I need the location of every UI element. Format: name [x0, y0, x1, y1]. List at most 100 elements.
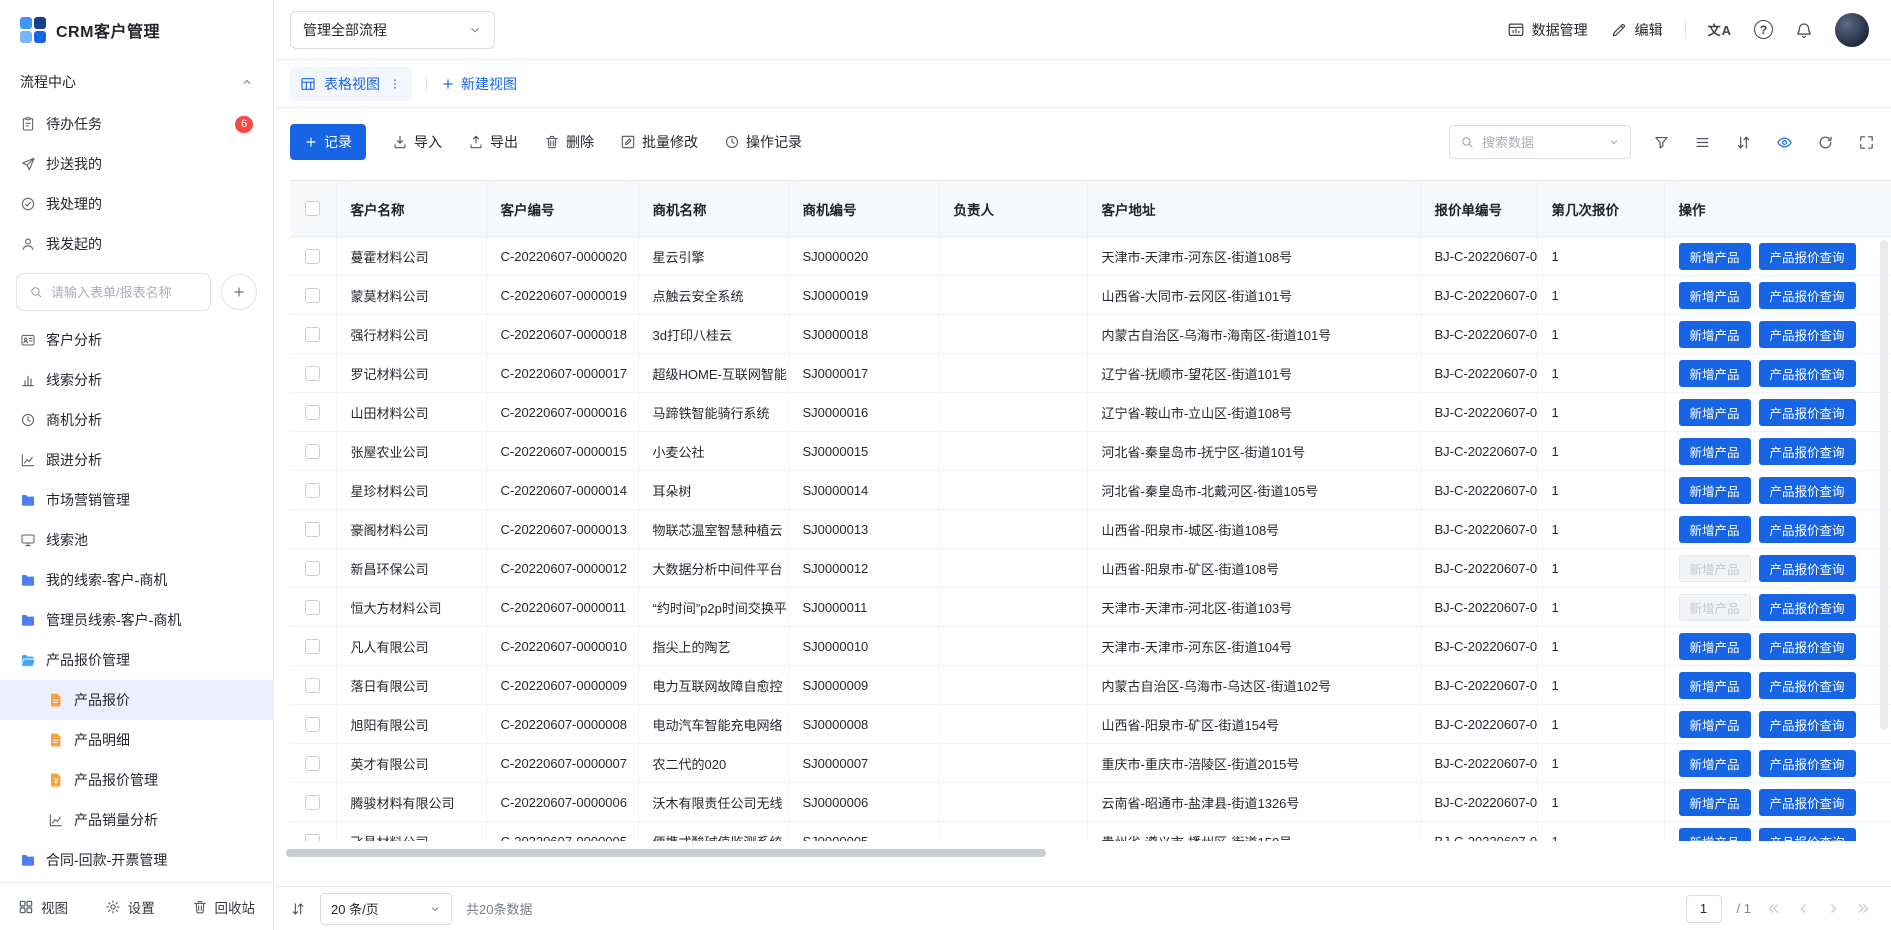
sidebar-search-input[interactable]: [51, 285, 198, 300]
add-product-button[interactable]: 新增产品: [1679, 594, 1751, 621]
add-product-button[interactable]: 新增产品: [1679, 282, 1751, 309]
operation-log-button[interactable]: 操作记录: [724, 132, 802, 152]
sidebar-item[interactable]: 产品销量分析: [0, 800, 273, 840]
sidebar-item[interactable]: 待办任务6: [0, 104, 273, 144]
views-button[interactable]: 视图: [18, 897, 68, 917]
avatar[interactable]: [1835, 13, 1869, 47]
row-checkbox[interactable]: [305, 405, 320, 420]
row-checkbox[interactable]: [305, 795, 320, 810]
sidebar-item[interactable]: 产品报价管理: [0, 640, 273, 680]
quote-query-button[interactable]: 产品报价查询: [1759, 750, 1856, 777]
quote-query-button[interactable]: 产品报价查询: [1759, 360, 1856, 387]
table-search-input[interactable]: [1482, 135, 1600, 150]
sidebar-item[interactable]: 我的线索-客户-商机: [0, 560, 273, 600]
add-record-button[interactable]: 记录: [290, 124, 366, 160]
quote-query-button[interactable]: 产品报价查询: [1759, 321, 1856, 348]
quote-query-button[interactable]: 产品报价查询: [1759, 516, 1856, 543]
sidebar-item[interactable]: 产品明细: [0, 720, 273, 760]
vertical-scrollbar[interactable]: [1880, 240, 1888, 730]
notification-bell-icon[interactable]: [1795, 21, 1813, 39]
import-button[interactable]: 导入: [392, 132, 442, 152]
first-page-button[interactable]: [1766, 901, 1781, 916]
row-checkbox[interactable]: [305, 249, 320, 264]
sidebar-search[interactable]: [16, 273, 211, 311]
sidebar-item[interactable]: 商机分析: [0, 400, 273, 440]
row-checkbox[interactable]: [305, 561, 320, 576]
add-form-button[interactable]: [221, 274, 257, 310]
row-checkbox[interactable]: [305, 756, 320, 771]
quote-query-button[interactable]: 产品报价查询: [1759, 399, 1856, 426]
row-checkbox[interactable]: [305, 834, 320, 841]
current-page-input[interactable]: 1: [1686, 895, 1722, 923]
page-size-select[interactable]: 20 条/页: [320, 893, 452, 925]
add-product-button[interactable]: 新增产品: [1679, 711, 1751, 738]
add-product-button[interactable]: 新增产品: [1679, 789, 1751, 816]
row-checkbox[interactable]: [305, 288, 320, 303]
eye-icon[interactable]: [1776, 134, 1793, 151]
horizontal-scrollbar-thumb[interactable]: [286, 849, 1046, 857]
next-page-button[interactable]: [1826, 901, 1841, 916]
recycle-bin-button[interactable]: 回收站: [192, 897, 256, 917]
sidebar-item[interactable]: 我处理的: [0, 184, 273, 224]
help-icon[interactable]: ?: [1754, 20, 1773, 39]
select-all-checkbox[interactable]: [305, 201, 320, 216]
quote-query-button[interactable]: 产品报价查询: [1759, 711, 1856, 738]
add-product-button[interactable]: 新增产品: [1679, 321, 1751, 348]
row-checkbox[interactable]: [305, 678, 320, 693]
prev-page-button[interactable]: [1796, 901, 1811, 916]
add-product-button[interactable]: 新增产品: [1679, 828, 1751, 842]
sidebar-item[interactable]: 我发起的: [0, 224, 273, 264]
row-checkbox[interactable]: [305, 717, 320, 732]
add-product-button[interactable]: 新增产品: [1679, 633, 1751, 660]
sidebar-item[interactable]: 客户分析: [0, 320, 273, 360]
row-checkbox[interactable]: [305, 522, 320, 537]
flow-select[interactable]: 管理全部流程: [290, 11, 495, 49]
add-product-button[interactable]: 新增产品: [1679, 360, 1751, 387]
sidebar-item[interactable]: 产品报价: [0, 680, 273, 720]
add-product-button[interactable]: 新增产品: [1679, 555, 1751, 582]
more-options-icon[interactable]: [388, 77, 402, 91]
quote-query-button[interactable]: 产品报价查询: [1759, 672, 1856, 699]
sidebar-item[interactable]: 线索池: [0, 520, 273, 560]
sidebar-item[interactable]: 合同-回款-开票管理: [0, 840, 273, 880]
translate-icon[interactable]: 文A: [1708, 20, 1732, 39]
new-view-button[interactable]: 新建视图: [441, 74, 517, 94]
row-checkbox[interactable]: [305, 444, 320, 459]
chevron-up-icon[interactable]: [241, 76, 253, 88]
quote-query-button[interactable]: 产品报价查询: [1759, 555, 1856, 582]
last-page-button[interactable]: [1856, 901, 1871, 916]
add-product-button[interactable]: 新增产品: [1679, 399, 1751, 426]
sidebar-item[interactable]: 产品报价管理: [0, 760, 273, 800]
sidebar-item[interactable]: 跟进分析: [0, 440, 273, 480]
sort-icon[interactable]: [1735, 134, 1752, 151]
add-product-button[interactable]: 新增产品: [1679, 750, 1751, 777]
column-list-icon[interactable]: [1694, 134, 1711, 151]
row-checkbox[interactable]: [305, 600, 320, 615]
table-search[interactable]: [1449, 125, 1631, 159]
add-product-button[interactable]: 新增产品: [1679, 438, 1751, 465]
quote-query-button[interactable]: 产品报价查询: [1759, 594, 1856, 621]
data-manage-button[interactable]: 数据管理: [1507, 20, 1588, 40]
edit-button[interactable]: 编辑: [1610, 20, 1663, 40]
quote-query-button[interactable]: 产品报价查询: [1759, 789, 1856, 816]
sidebar-item[interactable]: 抄送我的: [0, 144, 273, 184]
sidebar-item[interactable]: 线索分析: [0, 360, 273, 400]
delete-button[interactable]: 删除: [544, 132, 594, 152]
process-center-header[interactable]: 流程中心: [0, 60, 273, 104]
quote-query-button[interactable]: 产品报价查询: [1759, 477, 1856, 504]
quote-query-button[interactable]: 产品报价查询: [1759, 633, 1856, 660]
row-checkbox[interactable]: [305, 327, 320, 342]
batch-edit-button[interactable]: 批量修改: [620, 132, 698, 152]
quote-query-button[interactable]: 产品报价查询: [1759, 243, 1856, 270]
sidebar-item[interactable]: 管理员线索-客户-商机: [0, 600, 273, 640]
row-checkbox[interactable]: [305, 366, 320, 381]
row-checkbox[interactable]: [305, 639, 320, 654]
horizontal-scrollbar[interactable]: [286, 849, 1879, 857]
export-button[interactable]: 导出: [468, 132, 518, 152]
tab-table-view[interactable]: 表格视图: [290, 67, 412, 101]
quote-query-button[interactable]: 产品报价查询: [1759, 828, 1856, 842]
add-product-button[interactable]: 新增产品: [1679, 477, 1751, 504]
settings-button[interactable]: 设置: [105, 897, 155, 917]
add-product-button[interactable]: 新增产品: [1679, 243, 1751, 270]
chevron-down-icon[interactable]: [1608, 136, 1620, 148]
